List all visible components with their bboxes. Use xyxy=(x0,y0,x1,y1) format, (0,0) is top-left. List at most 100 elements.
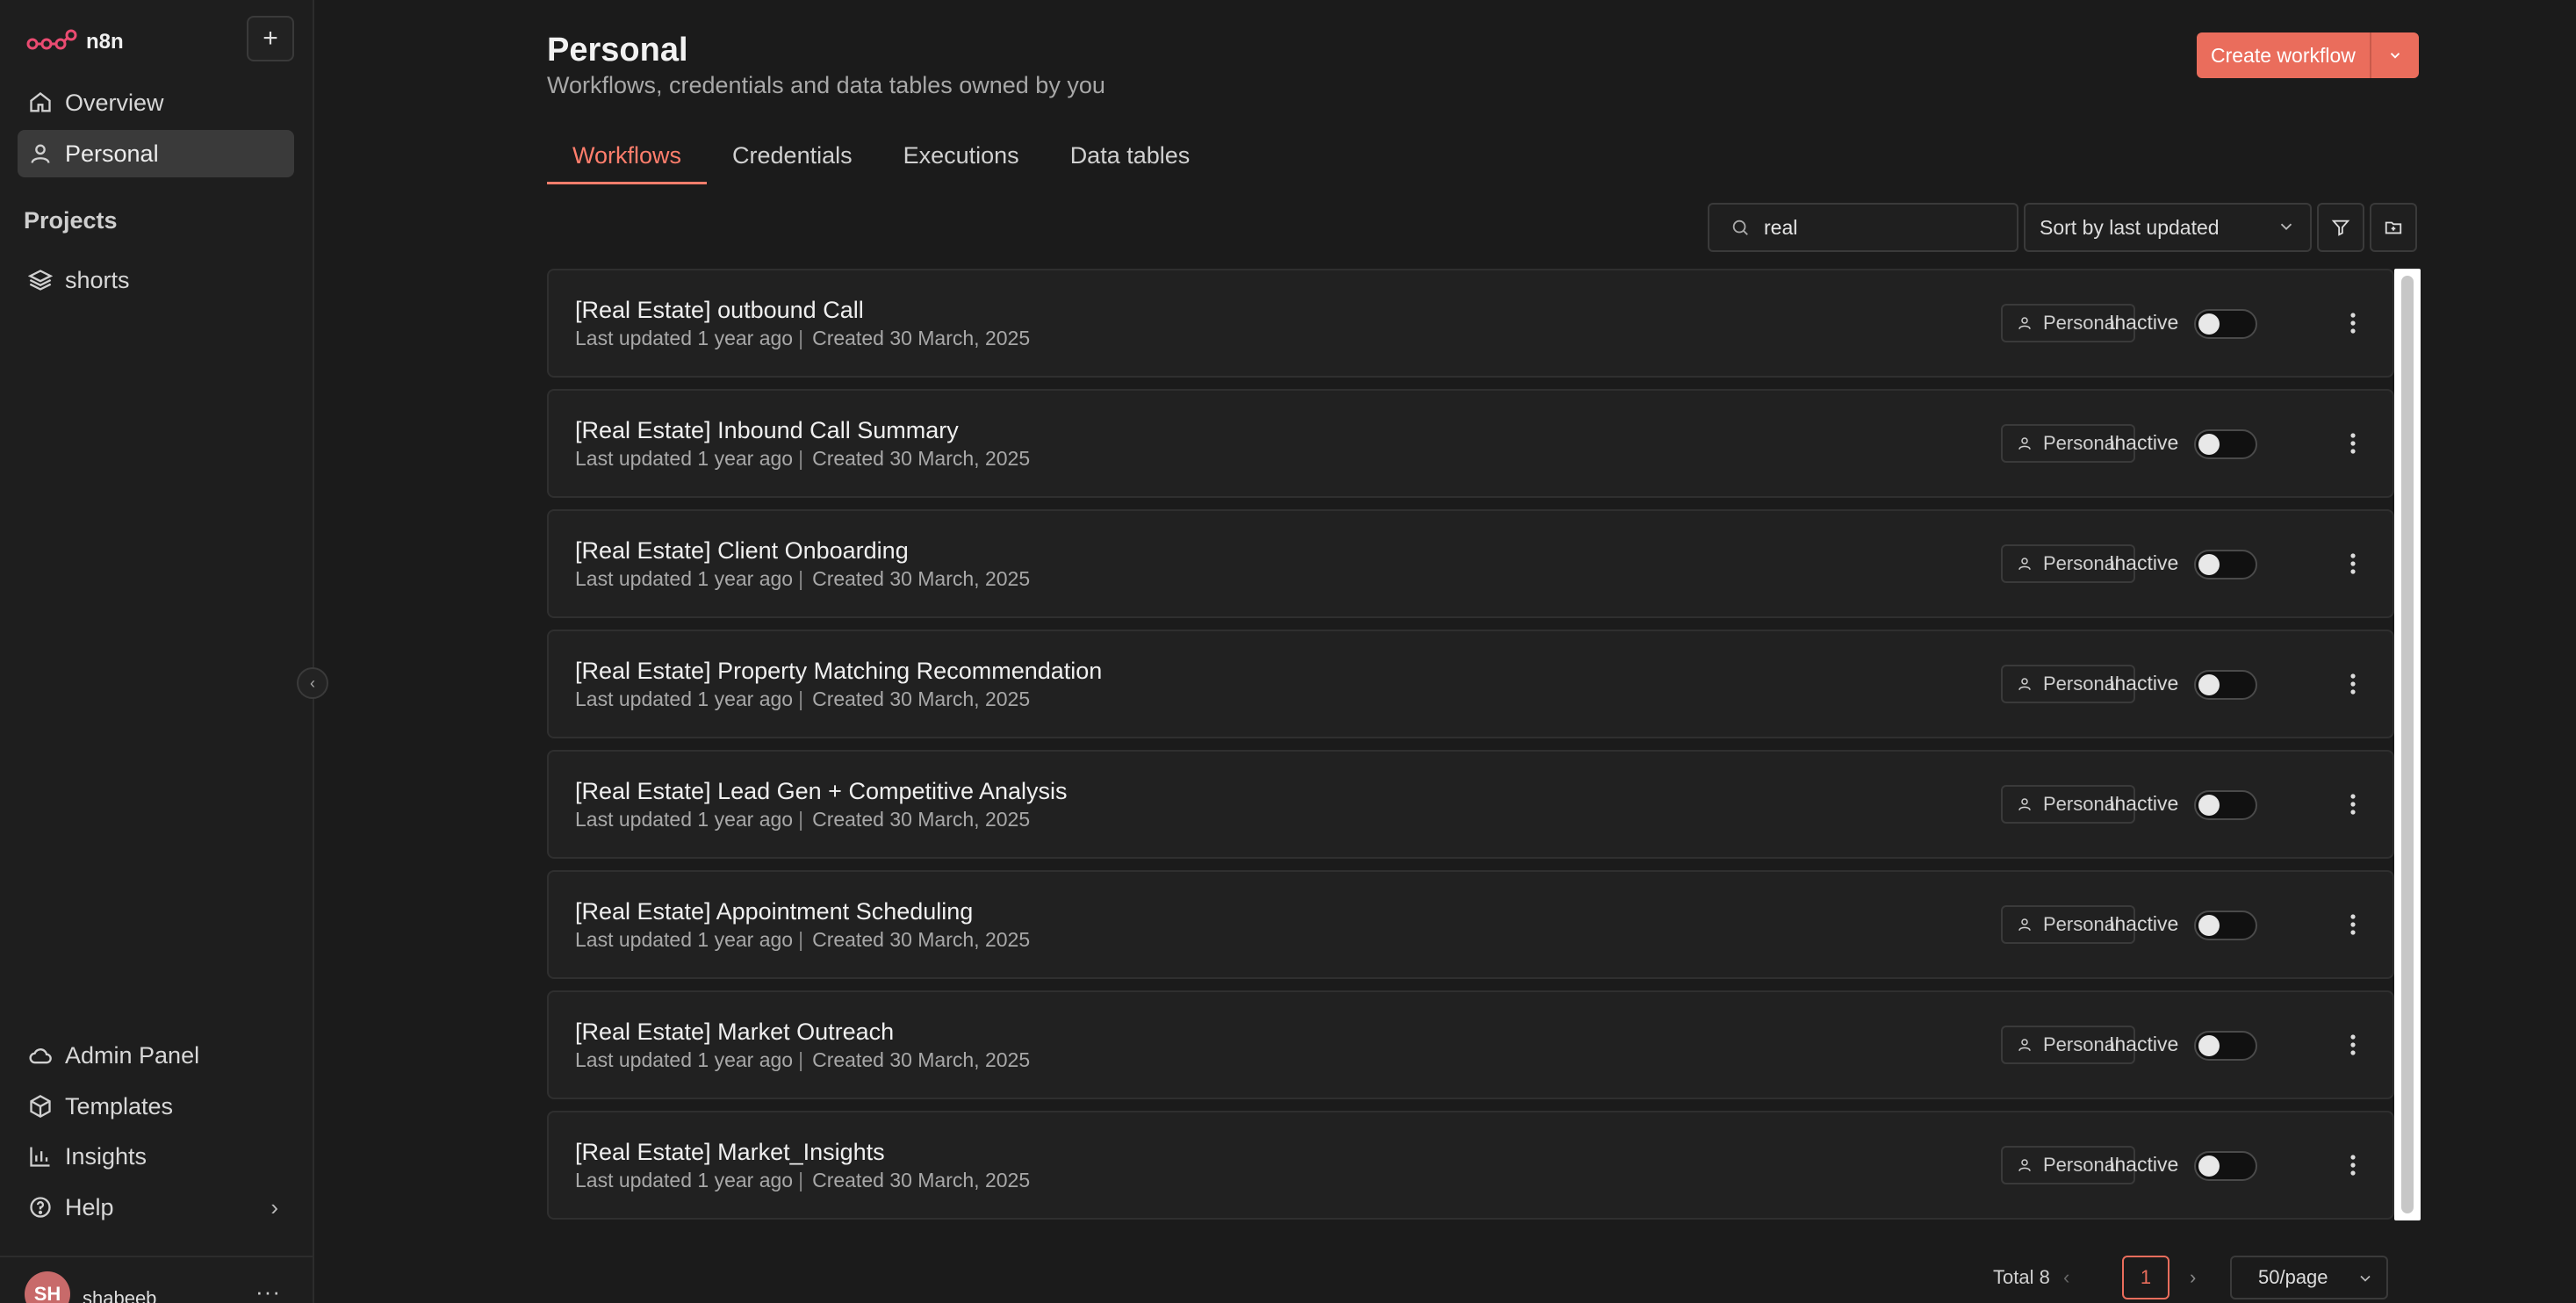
workflow-updated: Last updated 1 year ago xyxy=(575,1169,794,1191)
create-options-dropdown[interactable] xyxy=(2371,32,2419,78)
sidebar-item-admin-panel[interactable]: Admin Panel xyxy=(18,1032,294,1079)
search-box xyxy=(1708,203,2018,252)
workflow-card[interactable]: [Real Estate] Market Outreach Last updat… xyxy=(547,990,2394,1099)
active-toggle[interactable] xyxy=(2194,911,2257,940)
more-actions-button[interactable] xyxy=(2340,304,2366,342)
user-icon xyxy=(2018,918,2031,931)
active-toggle[interactable] xyxy=(2194,670,2257,700)
create-folder-button[interactable] xyxy=(2370,203,2417,252)
more-actions-button[interactable] xyxy=(2340,1146,2366,1184)
home-icon xyxy=(30,92,51,112)
collapse-sidebar-button[interactable]: ‹ xyxy=(297,667,328,699)
sidebar-item-help[interactable]: Help › xyxy=(18,1184,294,1231)
workflow-updated: Last updated 1 year ago xyxy=(575,327,794,349)
scrollbar-thumb[interactable] xyxy=(2401,276,2414,1213)
workflow-card[interactable]: [Real Estate] outbound Call Last updated… xyxy=(547,269,2394,378)
more-actions-button[interactable] xyxy=(2340,544,2366,583)
more-actions-button[interactable] xyxy=(2340,424,2366,463)
sidebar-item-label: Insights xyxy=(65,1142,148,1170)
owner-label: Personal xyxy=(2043,793,2119,815)
workflow-created: Created 30 March, 2025 xyxy=(812,1169,1031,1191)
filter-icon xyxy=(2331,220,2350,236)
active-toggle[interactable] xyxy=(2194,309,2257,339)
page-number-current[interactable]: 1 xyxy=(2122,1256,2169,1299)
more-horizontal-icon[interactable]: ··· xyxy=(255,1278,281,1303)
workflow-created: Created 30 March, 2025 xyxy=(812,327,1031,349)
more-actions-button[interactable] xyxy=(2340,905,2366,944)
active-toggle[interactable] xyxy=(2194,1151,2257,1181)
more-vertical-icon xyxy=(2350,794,2356,815)
user-icon xyxy=(31,144,50,163)
chevron-down-icon xyxy=(2360,1275,2371,1282)
more-actions-button[interactable] xyxy=(2340,785,2366,824)
workflow-name: [Real Estate] Market_Insights xyxy=(575,1139,885,1165)
sidebar: n8n + Overview Personal Projects shorts … xyxy=(0,0,314,1303)
prev-page-button[interactable]: ‹ xyxy=(2063,1266,2069,1289)
page-size-value: 50/page xyxy=(2258,1266,2328,1288)
active-toggle[interactable] xyxy=(2194,1031,2257,1061)
workflow-card[interactable]: [Real Estate] Property Matching Recommen… xyxy=(547,630,2394,738)
workflow-card[interactable]: [Real Estate] Appointment Scheduling Las… xyxy=(547,870,2394,979)
page-size-select[interactable]: 50/page xyxy=(2230,1256,2388,1299)
status-label: Inactive xyxy=(2109,792,2179,815)
workflow-name: [Real Estate] Inbound Call Summary xyxy=(575,417,959,443)
tab-workflows[interactable]: Workflows xyxy=(547,132,708,184)
search-icon xyxy=(1732,220,1748,235)
workflow-updated: Last updated 1 year ago xyxy=(575,447,794,470)
more-vertical-icon xyxy=(2350,1034,2356,1055)
meta-separator: | xyxy=(798,1048,804,1071)
sort-select[interactable]: Sort by last updated xyxy=(2024,203,2312,252)
active-toggle[interactable] xyxy=(2194,790,2257,820)
sidebar-item-overview[interactable]: Overview xyxy=(18,79,294,126)
sidebar-item-insights[interactable]: Insights xyxy=(18,1133,294,1180)
user-icon xyxy=(2018,798,2031,810)
workflow-updated: Last updated 1 year ago xyxy=(575,1048,794,1071)
tab-data-tables[interactable]: Data tables xyxy=(1045,132,1216,184)
user-menu[interactable]: SH shabeeb ··· xyxy=(0,1256,313,1303)
more-vertical-icon xyxy=(2350,553,2356,574)
sidebar-item-personal[interactable]: Personal xyxy=(18,130,294,177)
workflow-meta: Last updated 1 year ago | Created 30 March… xyxy=(575,687,1030,711)
brand-logo[interactable]: n8n xyxy=(26,21,124,63)
active-toggle[interactable] xyxy=(2194,550,2257,580)
filter-button[interactable] xyxy=(2317,203,2364,252)
more-vertical-icon xyxy=(2350,313,2356,334)
create-workflow-button[interactable]: Create workflow xyxy=(2197,32,2371,78)
more-actions-button[interactable] xyxy=(2340,665,2366,703)
workflow-card[interactable]: [Real Estate] Lead Gen + Competitive Ana… xyxy=(547,750,2394,859)
n8n-logo-icon xyxy=(26,29,77,50)
more-actions-button[interactable] xyxy=(2340,1026,2366,1064)
app-root: n8n + Overview Personal Projects shorts … xyxy=(0,0,2576,1303)
sort-select-value: Sort by last updated xyxy=(2040,215,2220,239)
owner-label: Personal xyxy=(2043,673,2119,695)
next-page-button[interactable]: › xyxy=(2190,1266,2196,1289)
workflow-card[interactable]: [Real Estate] Market_Insights Last updat… xyxy=(547,1111,2394,1220)
meta-separator: | xyxy=(798,327,804,349)
workflow-meta: Last updated 1 year ago | Created 30 March… xyxy=(575,808,1030,831)
meta-separator: | xyxy=(798,567,804,590)
user-icon xyxy=(2018,1159,2031,1171)
list-scrollbar[interactable] xyxy=(2394,269,2421,1220)
workflow-name: [Real Estate] Client Onboarding xyxy=(575,537,909,564)
pagination: Total 8 ‹ 1 › 50/page xyxy=(314,1256,2576,1303)
tab-credentials[interactable]: Credentials xyxy=(707,132,878,184)
workflow-card[interactable]: [Real Estate] Inbound Call Summary Last … xyxy=(547,389,2394,498)
brand-name: n8n xyxy=(86,30,124,54)
bar-chart-icon xyxy=(30,1147,50,1167)
search-input[interactable] xyxy=(1764,215,1992,240)
active-toggle[interactable] xyxy=(2194,429,2257,459)
owner-label: Personal xyxy=(2043,913,2119,935)
user-icon xyxy=(2018,317,2031,329)
sidebar-item-project-shorts[interactable]: shorts xyxy=(18,256,294,304)
sidebar-item-label: Personal xyxy=(65,140,159,167)
workflow-name: [Real Estate] Property Matching Recommen… xyxy=(575,658,1103,684)
owner-label: Personal xyxy=(2043,552,2119,574)
add-button[interactable]: + xyxy=(247,16,294,61)
sidebar-item-templates[interactable]: Templates xyxy=(18,1083,294,1130)
status-label: Inactive xyxy=(2109,1153,2179,1176)
workflow-updated: Last updated 1 year ago xyxy=(575,687,794,710)
tab-executions[interactable]: Executions xyxy=(878,132,1045,184)
user-name: shabeeb xyxy=(83,1287,157,1303)
workflow-card[interactable]: [Real Estate] Client Onboarding Last upd… xyxy=(547,509,2394,618)
sidebar-item-label: Templates xyxy=(65,1092,174,1119)
